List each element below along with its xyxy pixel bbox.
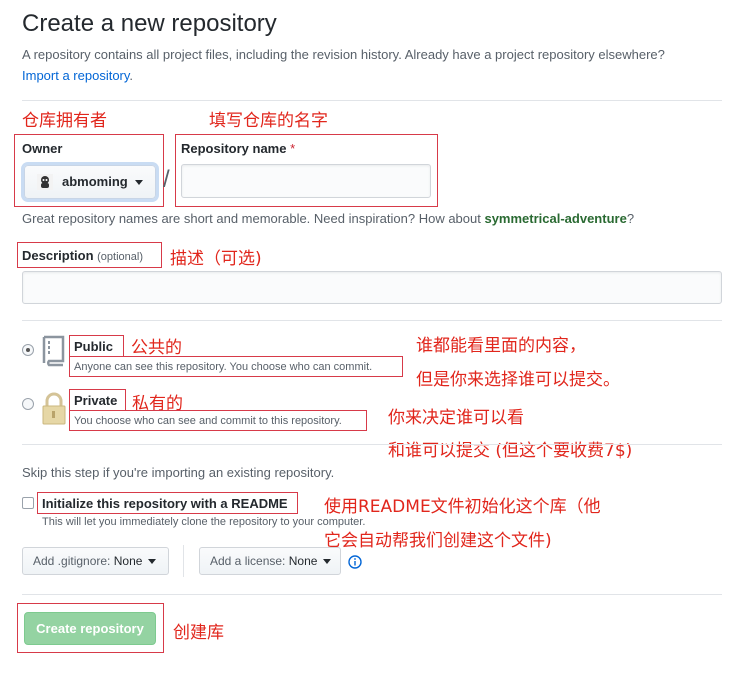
- page-subtitle: A repository contains all project files,…: [22, 47, 665, 83]
- owner-separator: /: [163, 166, 170, 193]
- repository-name-help: Great repository names are short and mem…: [22, 211, 635, 226]
- caret-down-icon: [147, 559, 156, 565]
- import-repository-link[interactable]: Import a repository: [22, 68, 129, 83]
- annotation-private-detail-1: 你来决定谁可以看: [388, 408, 524, 428]
- divider: [22, 320, 722, 321]
- private-radio[interactable]: [22, 398, 34, 410]
- public-label[interactable]: Public: [74, 339, 113, 354]
- caret-down-icon: [135, 180, 143, 185]
- lock-icon: [42, 392, 66, 425]
- readme-description: This will let you immediately clone the …: [42, 516, 366, 528]
- subtitle-text: A repository contains all project files,…: [22, 47, 665, 62]
- divider: [22, 444, 722, 445]
- license-value: None: [288, 554, 318, 568]
- annotation-public: 公共的: [131, 338, 182, 358]
- caret-down-icon: [322, 559, 331, 565]
- info-icon[interactable]: [348, 555, 362, 569]
- gitignore-select[interactable]: Add .gitignore: None: [22, 547, 169, 575]
- create-repository-button[interactable]: Create repository: [24, 612, 156, 645]
- page-title: Create a new repository: [22, 10, 277, 37]
- owner-dropdown[interactable]: abmoming: [24, 165, 156, 199]
- annotation-repo-name: 填写仓库的名字: [209, 111, 328, 131]
- repository-name-label: Repository name *: [181, 141, 296, 156]
- select-divider: [183, 545, 184, 577]
- public-radio[interactable]: [22, 344, 34, 356]
- annotation-description: 描述（可选): [170, 249, 262, 269]
- required-mark: *: [290, 141, 296, 156]
- description-input[interactable]: [22, 271, 722, 304]
- private-description: You choose who can see and commit to thi…: [74, 415, 342, 427]
- annotation-readme-1: 使用README文件初始化这个库（他: [324, 497, 601, 517]
- private-label[interactable]: Private: [74, 393, 117, 408]
- optional-label: (optional): [97, 251, 143, 263]
- annotation-create: 创建库: [173, 623, 224, 643]
- owner-value: abmoming: [62, 174, 128, 189]
- skip-step-text: Skip this step if you're importing an ex…: [22, 465, 335, 480]
- divider: [22, 100, 722, 101]
- annotation-owner: 仓库拥有者: [22, 111, 107, 131]
- name-suggestion[interactable]: symmetrical-adventure: [484, 211, 626, 226]
- owner-avatar-icon: [37, 174, 53, 190]
- annotation-public-detail-2: 但是你来选择谁可以提交。: [416, 370, 620, 390]
- divider: [22, 594, 722, 595]
- readme-label[interactable]: Initialize this repository with a README: [42, 496, 288, 511]
- readme-checkbox[interactable]: [22, 497, 34, 509]
- repository-name-input[interactable]: [181, 164, 431, 198]
- annotation-public-detail-1: 谁都能看里面的内容，: [416, 336, 586, 356]
- description-label: Description (optional): [22, 248, 143, 263]
- repo-book-icon: [42, 335, 65, 367]
- gitignore-value: None: [113, 554, 143, 568]
- public-description: Anyone can see this repository. You choo…: [74, 361, 373, 373]
- annotation-readme-2: 它会自动帮我们创建这个文件): [324, 531, 552, 551]
- owner-label: Owner: [22, 141, 63, 156]
- annotation-private-detail-2: 和谁可以提交 (但这个要收费7$): [388, 441, 633, 461]
- license-select[interactable]: Add a license: None: [199, 547, 341, 575]
